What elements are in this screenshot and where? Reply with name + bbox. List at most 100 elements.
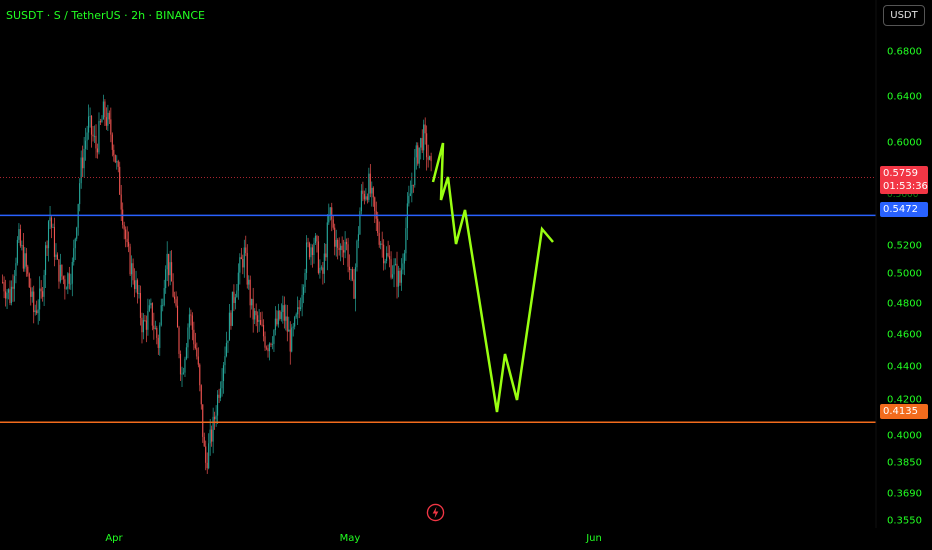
price-axis[interactable]: 0.6800 0.6400 0.6000 0.5600 0.5200 0.500… [876, 0, 932, 528]
candle-body [386, 253, 388, 261]
candle-body [257, 315, 259, 322]
candle-body [426, 133, 428, 158]
candle-body [83, 148, 85, 169]
candle-body [131, 263, 133, 275]
candle-body [393, 264, 395, 275]
candle-body [199, 364, 201, 386]
candle-body [322, 267, 324, 274]
candle-body [311, 247, 314, 256]
candle-body [261, 324, 263, 326]
candle-body [27, 266, 29, 274]
candle-body [286, 316, 288, 332]
candle-body [403, 253, 405, 264]
candle-body [227, 340, 229, 343]
candle-body [39, 288, 41, 310]
candle-body [298, 307, 300, 310]
candle-body [96, 148, 99, 153]
candle-body [166, 253, 168, 270]
lightning-icon[interactable] [426, 503, 445, 522]
candle-body [175, 299, 177, 306]
candle-body [384, 260, 386, 264]
candle-body [314, 235, 316, 244]
candle-body [387, 253, 389, 257]
candle-body [105, 117, 107, 126]
candle-body [36, 310, 38, 314]
candle-body [341, 245, 343, 251]
candle-body [300, 307, 302, 310]
candle-body [49, 217, 51, 222]
symbol-title: SUSDT · S / TetherUS · 2h · BINANCE [6, 9, 205, 22]
candle-body [95, 135, 97, 149]
candle-body [114, 154, 116, 163]
candle-body [129, 246, 131, 275]
candle-body [145, 320, 147, 330]
candle-body [165, 269, 167, 289]
candle-body [138, 293, 140, 294]
candle-body [305, 242, 308, 273]
candle-body [93, 135, 96, 137]
candle-body [242, 259, 244, 268]
candle-body [111, 134, 113, 150]
candle-body [61, 264, 63, 277]
candle-body [303, 287, 305, 295]
candle-body [323, 253, 325, 274]
candle-body [233, 291, 235, 303]
candle-body [283, 305, 285, 321]
candle-body [30, 287, 32, 297]
price-tick: 0.3550 [887, 515, 922, 527]
projection-path[interactable] [431, 142, 554, 413]
candle-body [262, 325, 265, 337]
candle-body [203, 436, 205, 447]
candle-body [338, 247, 340, 251]
candle-body [411, 184, 413, 194]
candle-body [123, 224, 125, 230]
candle-body [71, 261, 73, 284]
candle-body [362, 190, 364, 194]
candle-body [280, 311, 282, 319]
candle-body [76, 227, 78, 239]
candle-body [243, 247, 245, 268]
candle-body [151, 303, 153, 326]
candle-body [80, 157, 82, 184]
candle-body [209, 429, 211, 444]
candle-body [225, 342, 228, 357]
candle-body [58, 259, 60, 282]
price-chart[interactable] [0, 0, 932, 550]
candle-body [279, 310, 281, 319]
candle-body [92, 134, 94, 137]
candle-body [184, 358, 186, 373]
candle-body [157, 337, 159, 348]
candle-body [70, 283, 72, 285]
candle-body [316, 235, 318, 242]
candle-body [245, 247, 247, 254]
price-tick: 0.4000 [887, 430, 922, 442]
candle-body [363, 193, 365, 200]
candle-body [125, 229, 127, 239]
candle-body [360, 190, 362, 212]
candle-body [128, 242, 130, 247]
candle-body [132, 263, 134, 281]
candle-body [331, 207, 333, 220]
candle-body [3, 282, 5, 292]
candle-body [224, 356, 226, 366]
candle-body [236, 290, 238, 298]
time-axis[interactable]: Apr May Jun [0, 528, 876, 550]
candle-body [168, 253, 170, 276]
candle-body [181, 373, 183, 375]
candle-body [33, 291, 35, 313]
candle-body [142, 320, 144, 333]
candle-body [52, 227, 54, 228]
candle-body [171, 262, 173, 282]
candle-body [187, 327, 189, 348]
candle-body [378, 233, 380, 245]
candle-body [234, 297, 236, 303]
time-label-jun: Jun [586, 533, 602, 544]
candle-body [37, 309, 39, 314]
candle-body [117, 161, 119, 167]
candle-body [88, 116, 90, 133]
candle-body [25, 253, 27, 267]
candle-body [101, 119, 103, 123]
candle-body [212, 416, 214, 442]
candle-body [136, 280, 139, 294]
candle-body [116, 161, 118, 163]
